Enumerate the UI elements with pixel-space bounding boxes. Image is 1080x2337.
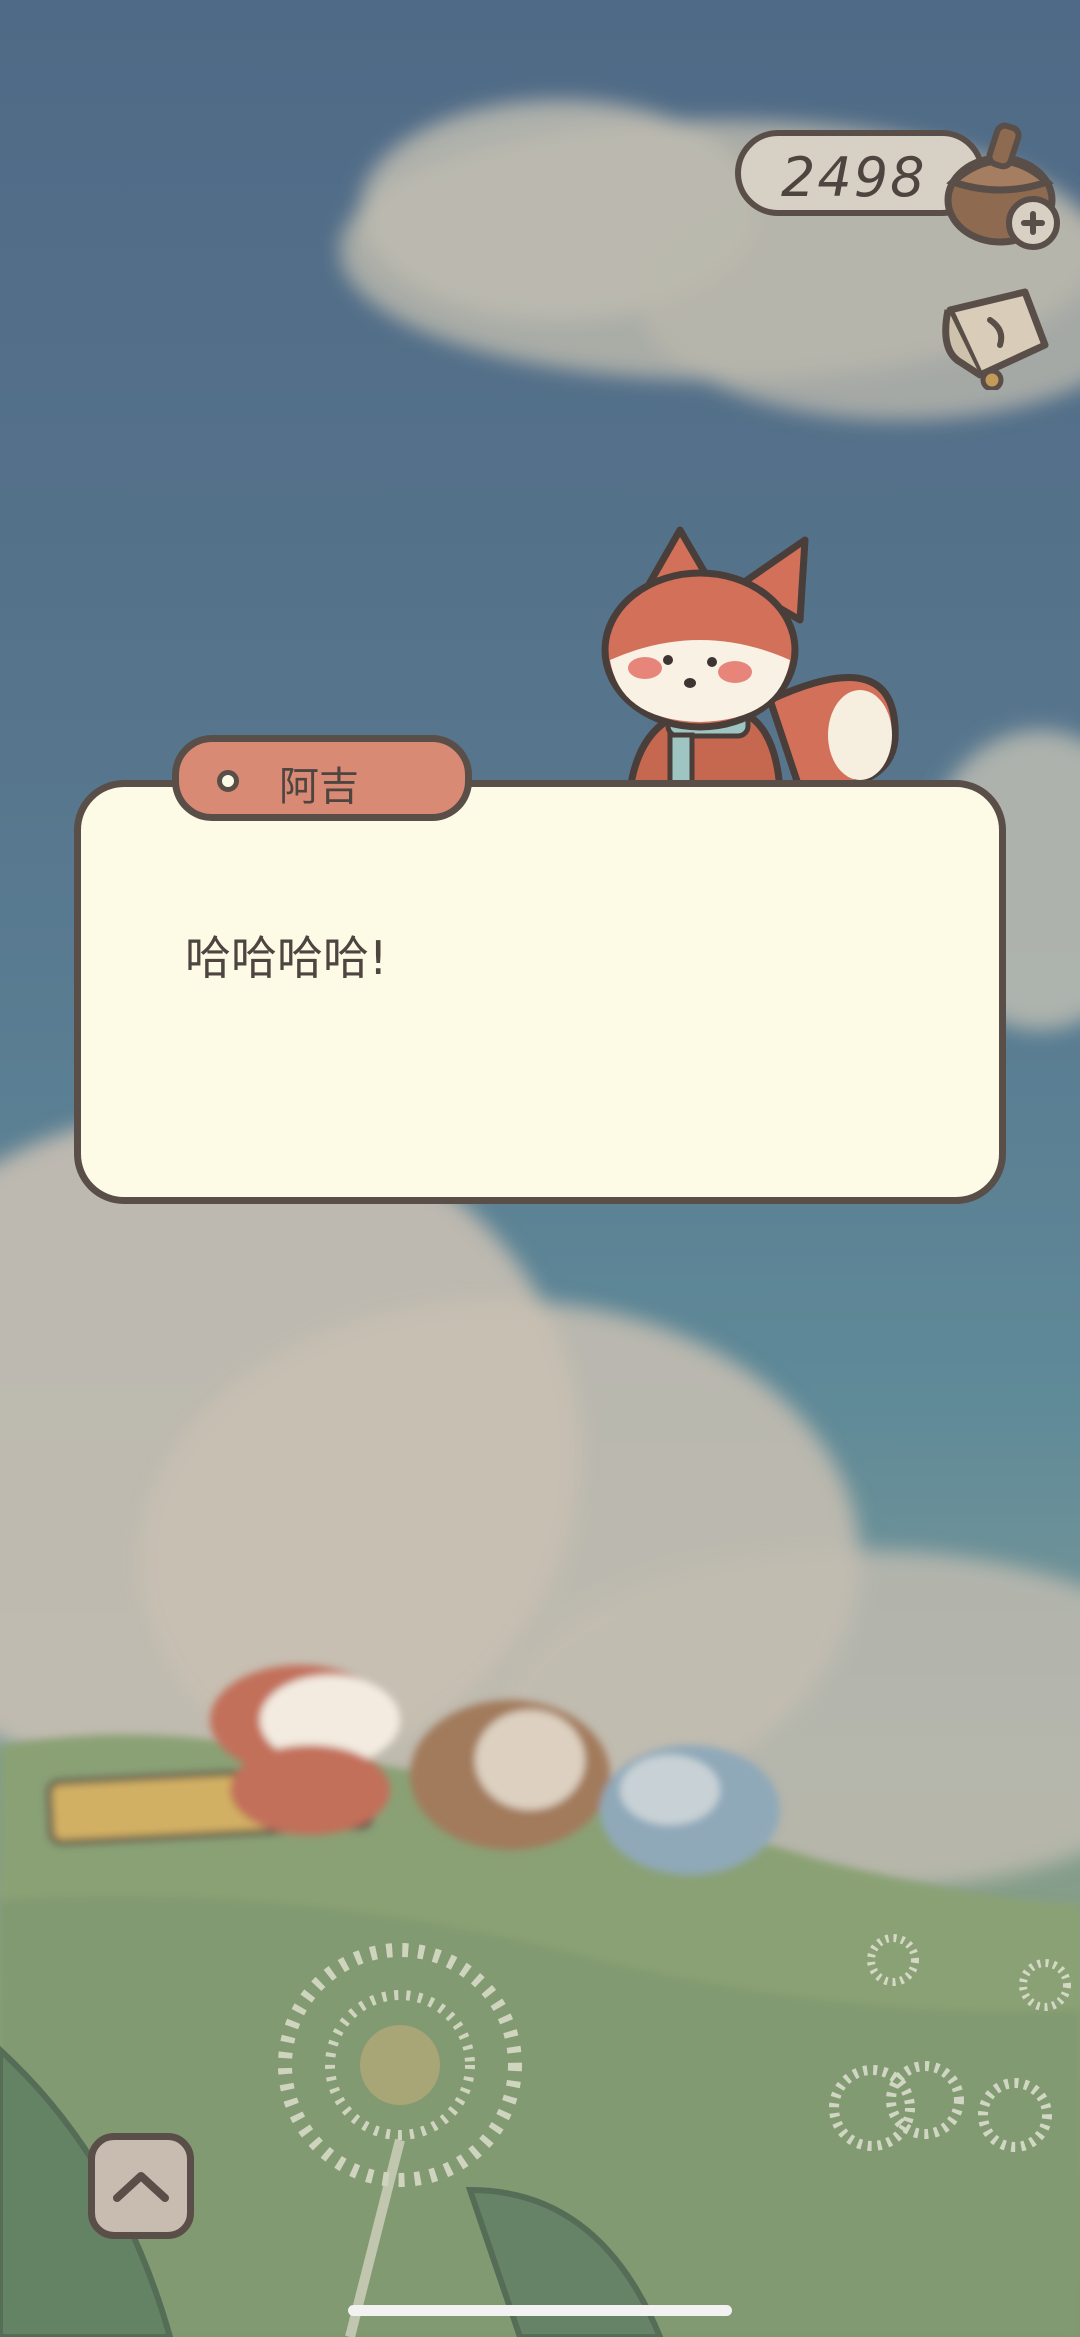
shop-button[interactable] [930, 270, 1060, 390]
dialog-box[interactable]: 哈哈哈哈! [74, 780, 1006, 1204]
speaker-nameplate: 阿吉 [172, 735, 472, 821]
fox-character [601, 526, 899, 794]
chevron-up-icon [113, 2172, 169, 2202]
dialog-text: 哈哈哈哈! [185, 931, 388, 985]
speaker-name: 阿吉 [279, 764, 359, 810]
home-indicator[interactable] [348, 2305, 732, 2316]
speaker-dot-icon [217, 770, 239, 792]
add-acorns-button[interactable] [1005, 195, 1061, 251]
acorn-count: 2498 [781, 146, 927, 209]
expand-button[interactable] [88, 2133, 194, 2239]
